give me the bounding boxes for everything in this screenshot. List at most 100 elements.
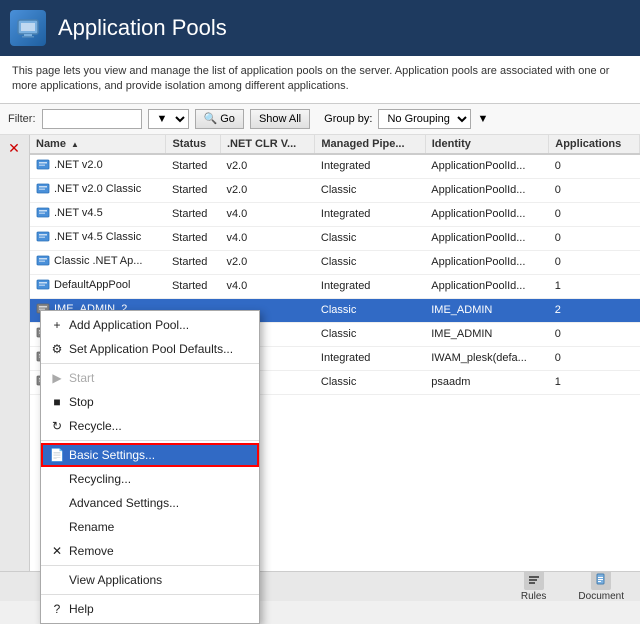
col-name[interactable]: Name ▲ xyxy=(30,135,166,154)
table-header-row: Name ▲ Status .NET CLR V... Managed Pipe… xyxy=(30,135,640,154)
group-by-label: Group by: xyxy=(324,113,372,125)
cell-name: DefaultAppPool xyxy=(30,274,166,298)
filter-dropdown[interactable]: ▼ xyxy=(148,109,189,129)
cell-clr: v4.0 xyxy=(220,274,314,298)
show-all-button[interactable]: Show All xyxy=(250,109,310,129)
menu-item-advanced_settings[interactable]: Advanced Settings... xyxy=(41,491,259,515)
menu-item-rename[interactable]: Rename xyxy=(41,515,259,539)
cell-apps: 0 xyxy=(549,322,640,346)
description-text: This page lets you view and manage the l… xyxy=(0,56,640,104)
menu-icon-recycle: ↻ xyxy=(49,418,65,434)
menu-label-view_apps: View Applications xyxy=(69,573,162,587)
document-button[interactable]: Document xyxy=(570,568,632,604)
menu-item-set_defaults[interactable]: ⚙Set Application Pool Defaults... xyxy=(41,337,259,361)
menu-item-start: ▶ Start xyxy=(41,366,259,390)
menu-item-recycling[interactable]: Recycling... xyxy=(41,467,259,491)
cell-pipeline: Integrated xyxy=(315,202,425,226)
cell-clr: v2.0 xyxy=(220,178,314,202)
cell-identity: IME_ADMIN xyxy=(425,322,549,346)
menu-icon-basic_settings: 📄 xyxy=(49,447,65,463)
cell-apps: 0 xyxy=(549,250,640,274)
col-clr[interactable]: .NET CLR V... xyxy=(220,135,314,154)
menu-icon-start: ▶ xyxy=(49,370,65,386)
col-status[interactable]: Status xyxy=(166,135,220,154)
table-row[interactable]: Classic .NET Ap... Started v2.0 Classic … xyxy=(30,250,640,274)
cell-apps: 2 xyxy=(549,298,640,322)
cell-identity: ApplicationPoolId... xyxy=(425,202,549,226)
menu-label-remove: Remove xyxy=(69,544,114,558)
group-by-dropdown[interactable]: No Grouping xyxy=(378,109,471,129)
menu-item-remove[interactable]: ✕ Remove xyxy=(41,539,259,563)
menu-label-rename: Rename xyxy=(69,520,114,534)
main-content: ✕ Name ▲ Status .NET CLR V... Managed Pi… xyxy=(0,135,640,571)
col-identity[interactable]: Identity xyxy=(425,135,549,154)
cell-status: Started xyxy=(166,154,220,179)
status-bar-right: Rules Document xyxy=(513,568,632,604)
menu-separator xyxy=(41,363,259,364)
col-apps[interactable]: Applications xyxy=(549,135,640,154)
filter-input[interactable] xyxy=(42,109,142,129)
cell-identity: ApplicationPoolId... xyxy=(425,178,549,202)
menu-item-add[interactable]: + Add Application Pool... xyxy=(41,313,259,337)
left-sidebar: ✕ xyxy=(0,135,30,571)
cell-identity: ApplicationPoolId... xyxy=(425,250,549,274)
cell-apps: 0 xyxy=(549,202,640,226)
menu-item-view_apps[interactable]: View Applications xyxy=(41,568,259,592)
top-bar: Application Pools xyxy=(0,0,640,56)
table-row[interactable]: .NET v2.0 Started v2.0 Integrated Applic… xyxy=(30,154,640,179)
table-row[interactable]: .NET v4.5 Started v4.0 Integrated Applic… xyxy=(30,202,640,226)
cell-apps: 0 xyxy=(549,178,640,202)
cell-status: Started xyxy=(166,178,220,202)
table-row[interactable]: .NET v4.5 Classic Started v4.0 Classic A… xyxy=(30,226,640,250)
page-title: Application Pools xyxy=(58,15,227,41)
filter-label: Filter: xyxy=(8,113,36,125)
cell-name: .NET v4.5 xyxy=(30,202,166,226)
rules-button[interactable]: Rules xyxy=(513,568,555,604)
cell-name: .NET v2.0 xyxy=(30,154,166,179)
cell-identity: IWAM_plesk(defa... xyxy=(425,346,549,370)
cell-pipeline: Classic xyxy=(315,322,425,346)
cell-name: .NET v2.0 Classic xyxy=(30,178,166,202)
go-button[interactable]: 🔍 Go xyxy=(195,109,244,129)
app-icon xyxy=(10,10,46,46)
menu-label-recycle: Recycle... xyxy=(69,419,122,433)
cell-clr: v4.0 xyxy=(220,226,314,250)
menu-item-basic_settings[interactable]: 📄Basic Settings... xyxy=(41,443,259,467)
cell-pipeline: Integrated xyxy=(315,274,425,298)
table-row[interactable]: DefaultAppPool Started v4.0 Integrated A… xyxy=(30,274,640,298)
cell-name: .NET v4.5 Classic xyxy=(30,226,166,250)
sidebar-error-icon[interactable]: ✕ xyxy=(0,135,28,163)
table-row[interactable]: .NET v2.0 Classic Started v2.0 Classic A… xyxy=(30,178,640,202)
document-icon xyxy=(591,570,611,590)
cell-status: Started xyxy=(166,226,220,250)
cell-status: Started xyxy=(166,274,220,298)
menu-item-stop[interactable]: ■Stop xyxy=(41,390,259,414)
cell-apps: 0 xyxy=(549,226,640,250)
menu-label-add: Add Application Pool... xyxy=(69,318,189,332)
context-menu: + Add Application Pool... ⚙Set Application… xyxy=(40,310,260,624)
cell-apps: 1 xyxy=(549,274,640,298)
menu-icon-remove: ✕ xyxy=(49,543,65,559)
menu-icon-stop: ■ xyxy=(49,394,65,410)
menu-label-start: Start xyxy=(69,371,94,385)
menu-label-recycling: Recycling... xyxy=(69,472,131,486)
cell-pipeline: Classic xyxy=(315,250,425,274)
menu-icon-add: + xyxy=(49,317,65,333)
menu-label-set_defaults: Set Application Pool Defaults... xyxy=(69,342,233,356)
cell-clr: v2.0 xyxy=(220,154,314,179)
menu-label-advanced_settings: Advanced Settings... xyxy=(69,496,179,510)
cell-pipeline: Classic xyxy=(315,370,425,394)
menu-icon-help: ? xyxy=(49,601,65,617)
cell-identity: ApplicationPoolId... xyxy=(425,154,549,179)
filter-bar: Filter: ▼ 🔍 Go Show All Group by: No Gro… xyxy=(0,104,640,135)
cell-identity: ApplicationPoolId... xyxy=(425,226,549,250)
menu-label-help: Help xyxy=(69,602,94,616)
menu-item-recycle[interactable]: ↻ Recycle... xyxy=(41,414,259,438)
cell-status: Started xyxy=(166,202,220,226)
cell-apps: 0 xyxy=(549,346,640,370)
col-pipeline[interactable]: Managed Pipe... xyxy=(315,135,425,154)
menu-item-help[interactable]: ? Help xyxy=(41,597,259,621)
cell-status: Started xyxy=(166,250,220,274)
cell-pipeline: Classic xyxy=(315,298,425,322)
cell-identity: ApplicationPoolId... xyxy=(425,274,549,298)
